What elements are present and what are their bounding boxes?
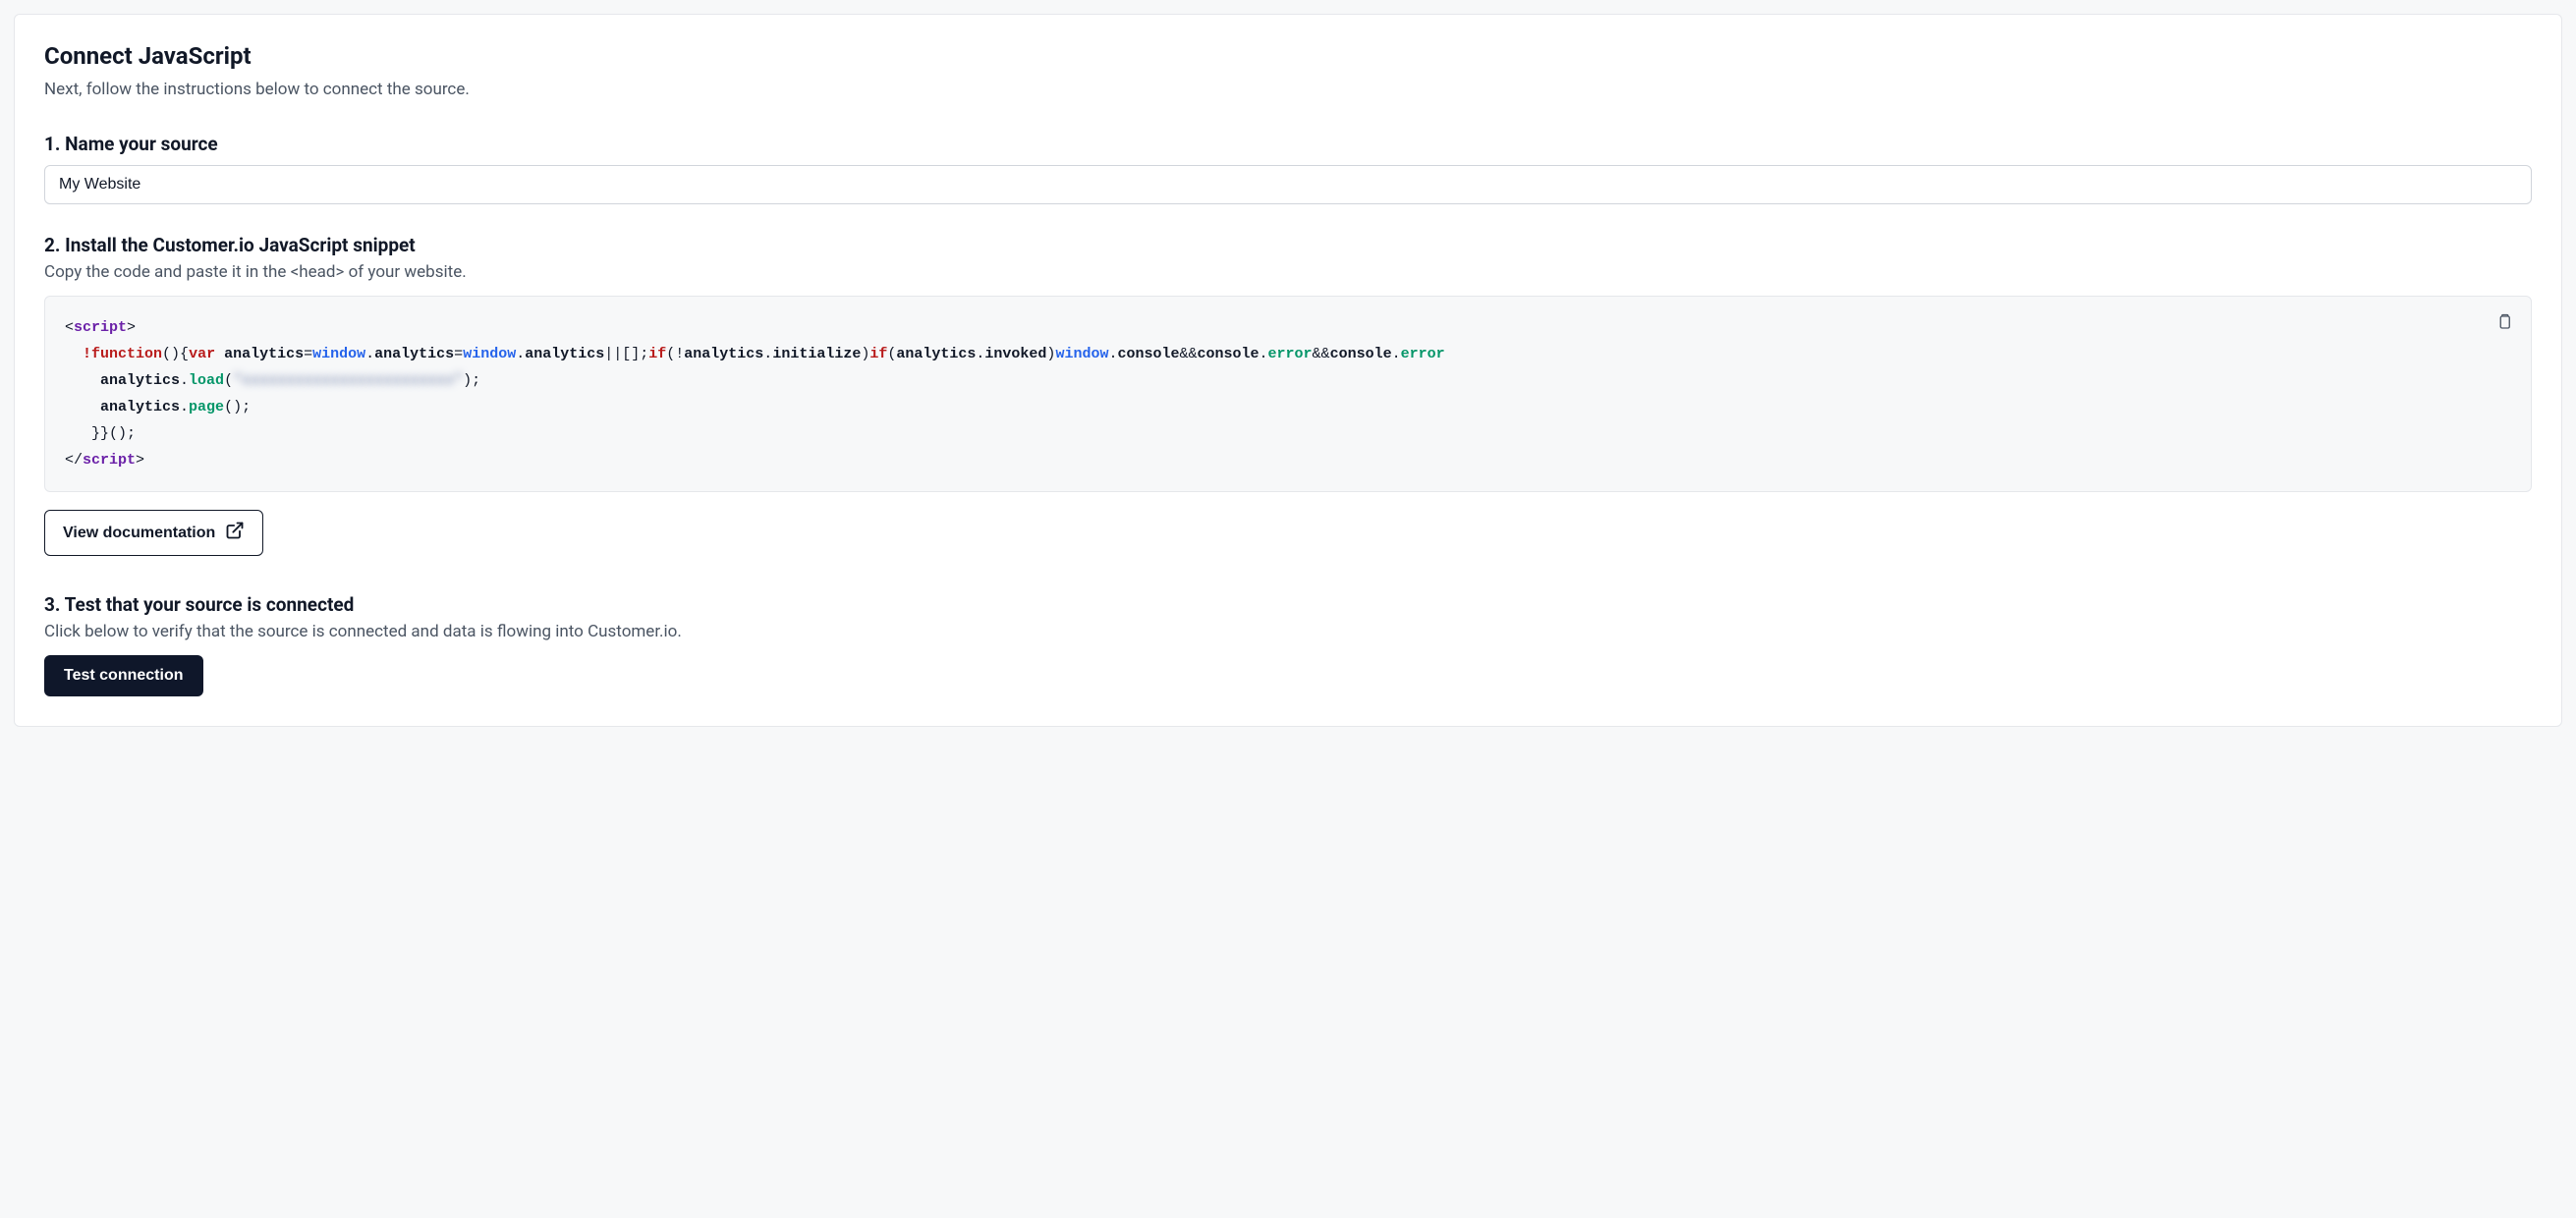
clipboard-icon [2495,312,2513,335]
code-token: analytics [525,346,604,362]
code-token: window [463,346,516,362]
test-connection-label: Test connection [64,667,184,685]
code-token: = [304,346,312,362]
code-token: ||[]; [604,346,648,362]
code-token: analytics [896,346,976,362]
code-token: </ [65,452,83,469]
source-name-input[interactable] [44,165,2532,204]
code-token: . [180,399,189,415]
step1-heading: 1. Name your source [44,133,2532,155]
code-token: error [1401,346,1445,362]
code-token: window [312,346,365,362]
external-link-icon [225,521,245,545]
code-snippet: <script> !function(){var analytics=windo… [44,296,2532,492]
code-token: = [454,346,463,362]
code-token: . [1260,346,1268,362]
code-token: window [1055,346,1108,362]
code-token: analytics [100,399,180,415]
connect-javascript-card: Connect JavaScript Next, follow the inst… [14,14,2562,727]
code-token: console [1330,346,1392,362]
view-documentation-button[interactable]: View documentation [44,510,263,556]
code-token: ) [861,346,869,362]
step3-heading: 3. Test that your source is connected [44,593,2532,616]
code-token: . [365,346,374,362]
code-token: analytics [684,346,763,362]
code-token: script [83,452,136,469]
code-token: > [127,319,136,336]
code-token: analytics [374,346,454,362]
code-token: var [189,346,215,362]
code-token: error [1268,346,1313,362]
code-token: . [180,372,189,389]
copy-button[interactable] [2492,310,2517,336]
code-token: load [189,372,224,389]
code-token: (! [666,346,684,362]
code-token: }}(); [91,425,136,442]
code-token: function [91,346,162,362]
step2-subtext: Copy the code and paste it in the <head>… [44,262,2532,282]
code-token: script [74,319,127,336]
code-token: console [1117,346,1179,362]
code-token: if [648,346,666,362]
test-connection-button[interactable]: Test connection [44,655,203,696]
code-token: (); [224,399,251,415]
code-token: . [1392,346,1401,362]
code-token: . [516,346,525,362]
code-token: ! [83,346,91,362]
redacted-api-key: "xxxxxxxxxxxxxxxxxxxxxxxx" [233,372,463,389]
page-title: Connect JavaScript [44,42,2532,70]
code-token: ( [224,372,233,389]
code-token: analytics [100,372,180,389]
code-token: . [763,346,772,362]
code-token: analytics [224,346,304,362]
code-token: < [65,319,74,336]
step2-heading: 2. Install the Customer.io JavaScript sn… [44,234,2532,256]
code-token: (){ [162,346,189,362]
step3-subtext: Click below to verify that the source is… [44,622,2532,641]
code-token: && [1179,346,1197,362]
view-documentation-label: View documentation [63,525,215,542]
code-token: console [1198,346,1260,362]
code-token: if [869,346,887,362]
page-subtitle: Next, follow the instructions below to c… [44,80,2532,99]
code-token: ); [463,372,480,389]
code-token: > [136,452,144,469]
code-token: initialize [772,346,861,362]
code-token: invoked [984,346,1046,362]
code-token: && [1313,346,1330,362]
code-token: page [189,399,224,415]
